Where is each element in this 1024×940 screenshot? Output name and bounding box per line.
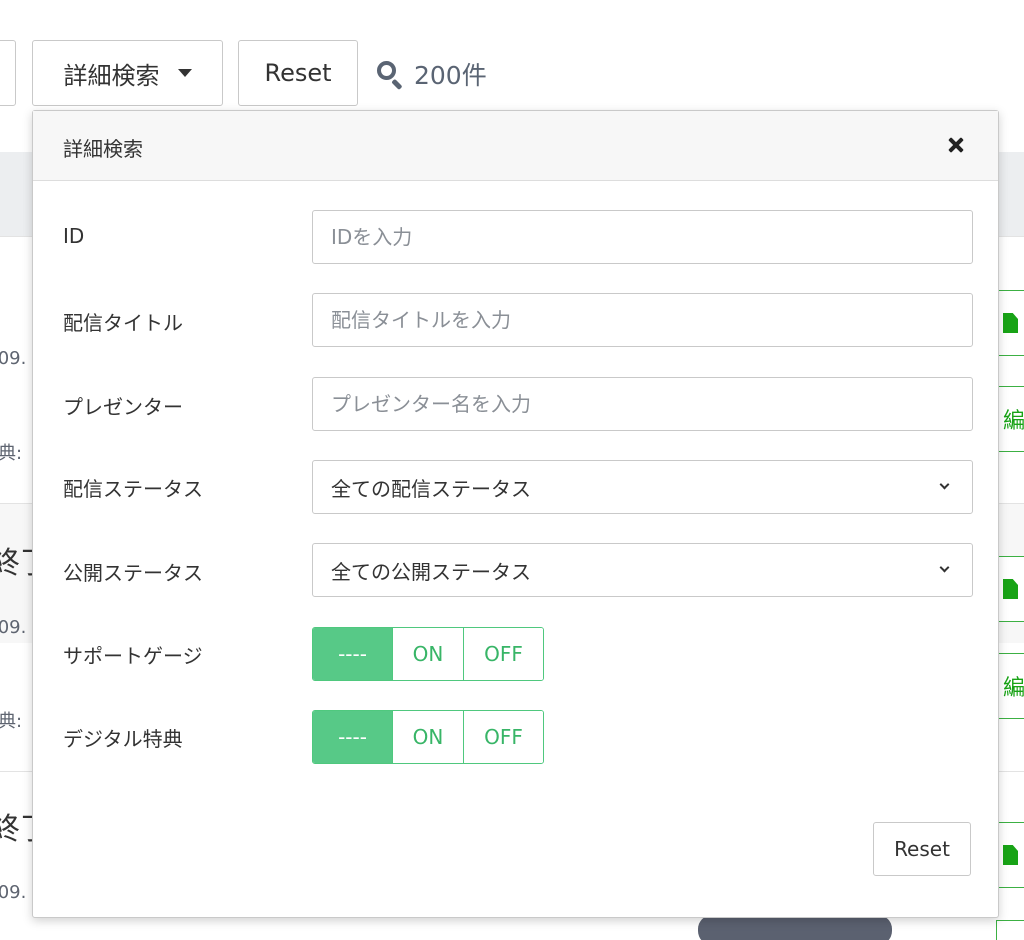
row-document-button[interactable] <box>996 556 1024 622</box>
id-input[interactable] <box>312 210 973 264</box>
row-label-fragment: 典: <box>0 443 23 464</box>
close-icon[interactable] <box>944 133 968 157</box>
popup-reset-button[interactable]: Reset <box>873 822 971 876</box>
delivery-status-label: 配信ステータス <box>63 477 203 501</box>
support-gauge-option-on[interactable]: ON <box>392 628 463 680</box>
digital-bonus-toggle: ---- ON OFF <box>312 710 544 764</box>
row-document-button[interactable] <box>996 822 1024 888</box>
document-icon <box>1003 845 1018 865</box>
advanced-search-popup: 詳細検索 ID 配信タイトル プレゼンター 配信ステータス 全ての配信ステータス… <box>32 110 999 918</box>
row-action-pill[interactable] <box>698 915 892 940</box>
chevron-down-icon <box>939 562 950 573</box>
public-status-value: 全ての公開ステータス <box>331 559 531 584</box>
row-label-fragment: 典: <box>0 711 23 732</box>
row-date-fragment: .09. <box>0 882 27 903</box>
support-gauge-option-none[interactable]: ---- <box>313 628 392 680</box>
search-icon <box>376 60 404 91</box>
row-edit-button[interactable]: 編 <box>996 386 1024 452</box>
popup-header: 詳細検索 <box>33 111 998 181</box>
delivery-status-select[interactable]: 全ての配信ステータス <box>312 460 973 514</box>
chevron-down-icon <box>939 479 950 490</box>
presenter-input[interactable] <box>312 377 973 431</box>
support-gauge-toggle: ---- ON OFF <box>312 627 544 681</box>
public-status-label: 公開ステータス <box>63 561 203 585</box>
row-document-button[interactable] <box>996 290 1024 356</box>
public-status-select[interactable]: 全ての公開ステータス <box>312 543 973 597</box>
advanced-search-button[interactable]: 詳細検索 <box>32 40 223 106</box>
reset-label: Reset <box>264 59 332 87</box>
page: .09. 典: 終了 .09. 典: 終了 .09. 編 編 詳細検索 Rese… <box>0 0 1024 940</box>
result-count: 200件 <box>376 52 487 96</box>
digital-bonus-option-none[interactable]: ---- <box>313 711 392 763</box>
advanced-search-label: 詳細検索 <box>63 61 160 90</box>
id-label: ID <box>63 224 85 248</box>
presenter-label: プレゼンター <box>63 395 183 419</box>
row-edit-button[interactable]: 編 <box>996 653 1024 719</box>
digital-bonus-option-on[interactable]: ON <box>392 711 463 763</box>
popup-reset-label: Reset <box>894 837 950 861</box>
title-label: 配信タイトル <box>63 311 183 335</box>
popup-title: 詳細検索 <box>63 137 143 161</box>
row-date-fragment: .09. <box>0 617 27 638</box>
delivery-status-value: 全ての配信ステータス <box>331 476 531 501</box>
document-icon <box>1003 313 1018 333</box>
support-gauge-label: サポートゲージ <box>63 644 203 668</box>
result-count-text: 200件 <box>414 61 487 90</box>
digital-bonus-option-off[interactable]: OFF <box>463 711 543 763</box>
digital-bonus-label: デジタル特典 <box>63 727 183 751</box>
row-date-fragment: .09. <box>0 348 27 369</box>
row-edit-label: 編 <box>1003 676 1024 701</box>
row-edit-button[interactable] <box>996 920 1024 940</box>
caret-down-icon <box>177 69 192 77</box>
reset-button[interactable]: Reset <box>238 40 358 106</box>
row-edit-label: 編 <box>1003 409 1024 434</box>
document-icon <box>1003 579 1018 599</box>
toolbar-previous-control[interactable] <box>0 40 16 106</box>
title-input[interactable] <box>312 293 973 347</box>
support-gauge-option-off[interactable]: OFF <box>463 628 543 680</box>
